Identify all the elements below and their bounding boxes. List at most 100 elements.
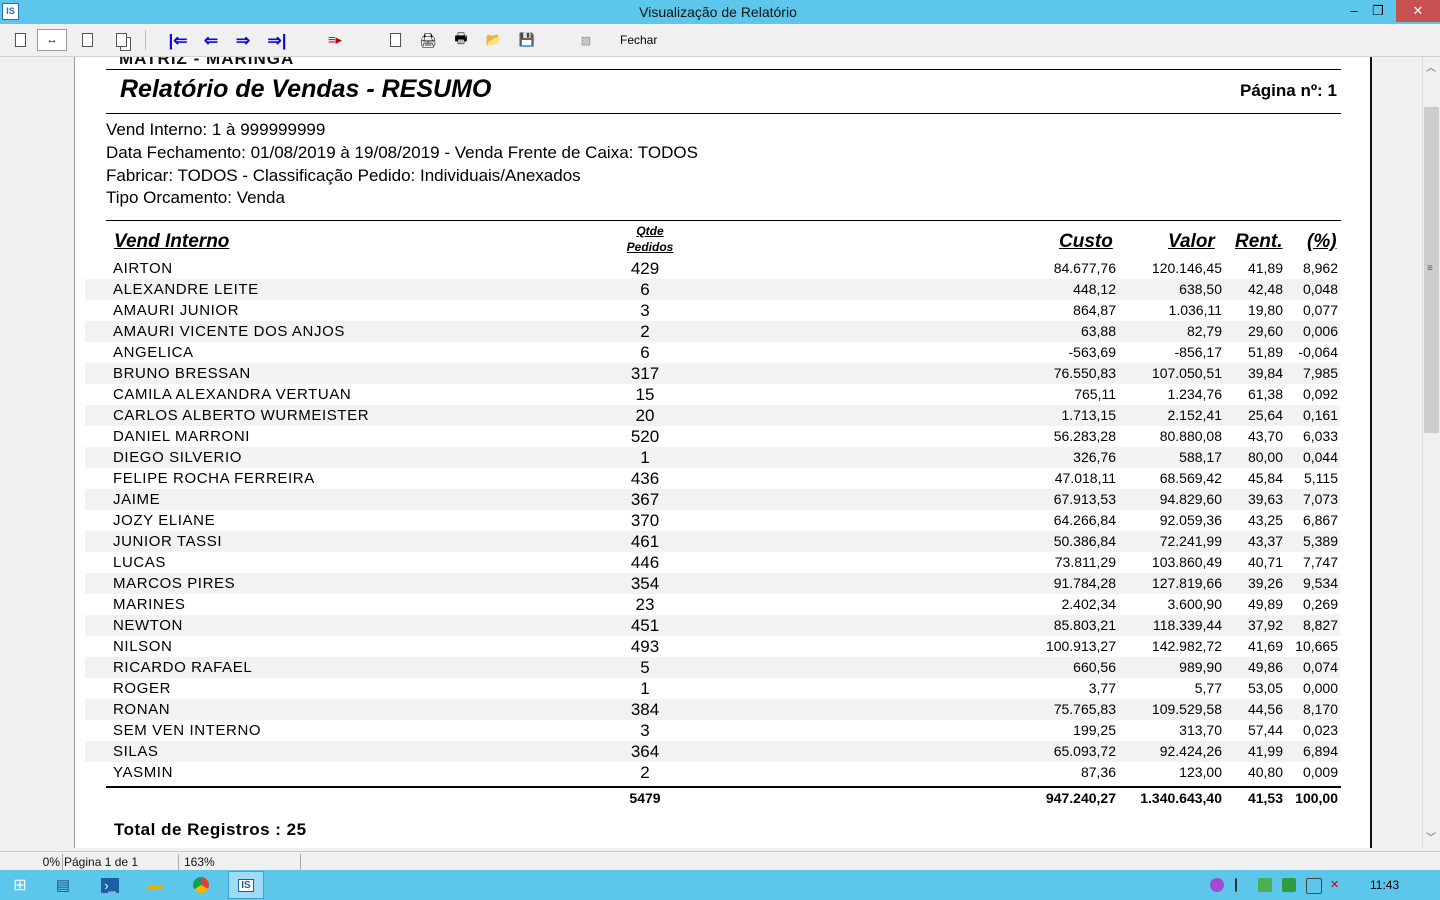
cell-vendor-name: MARCOS PIRES — [113, 575, 236, 592]
table-row: BRUNO BRESSAN 317 76.550,83 107.050,51 39,84… — [85, 363, 1340, 384]
flag-icon[interactable] — [1235, 878, 1251, 892]
taskbar-chrome[interactable] — [183, 874, 219, 896]
filter-tipo-orcamento: Tipo Orcamento: Venda — [106, 188, 285, 207]
total-valor: 1.340.643,40 — [1140, 790, 1222, 806]
network-icon[interactable] — [1306, 878, 1322, 894]
table-row: DIEGO SILVERIO 1 326,76 588,17 80,00 0,044 — [85, 447, 1340, 468]
window-title: Visualização de Relatório — [639, 4, 797, 20]
last-page-button[interactable]: ⇒| — [262, 29, 292, 51]
printer-setup-icon: 🖨 — [419, 31, 437, 48]
title-rule — [106, 113, 1341, 114]
cell-custo: 63,88 — [1080, 323, 1116, 339]
close-report-button[interactable]: Fechar — [620, 33, 657, 47]
save-button[interactable]: 💾 — [512, 29, 542, 51]
cell-qtde-pedidos: 2 — [640, 763, 650, 782]
cell-qtde-pedidos: 451 — [630, 616, 660, 635]
tray-app-icon[interactable] — [1210, 878, 1224, 892]
report-viewport[interactable]: MATRIZ - MARINGÁ Relatório de Vendas - R… — [0, 57, 1422, 848]
cell-qtde-pedidos: 493 — [630, 637, 660, 656]
cell-vendor-name: ALEXANDRE LEITE — [113, 281, 259, 298]
cell-rent: 80,00 — [1247, 449, 1283, 465]
cell-custo: 64.266,84 — [1053, 512, 1116, 528]
cell-valor: 2.152,41 — [1167, 407, 1223, 423]
cell-rent: 44,56 — [1247, 701, 1283, 717]
cell-valor: 588,17 — [1179, 449, 1222, 465]
cell-custo: 73.811,29 — [1054, 554, 1116, 570]
taskbar-report-app[interactable]: IS — [228, 871, 264, 899]
cell-rent: 41,69 — [1247, 638, 1283, 654]
cell-valor: 120.146,45 — [1151, 260, 1222, 276]
scroll-down-icon[interactable]: ﹀ — [1426, 829, 1436, 844]
maximize-button[interactable]: ❐ — [1362, 0, 1394, 22]
cell-custo: 65.093,72 — [1053, 743, 1116, 759]
cell-rent: 49,86 — [1247, 659, 1283, 675]
powershell-icon: ›_ — [101, 877, 119, 893]
toolbar: ↔ |⇐ ⇐ ⇒ ⇒| ≡▸ 🖨 🖶 📂 💾 ▨ Fechar — [0, 24, 1440, 57]
table-row: JAIME 367 67.913,53 94.829,60 39,63 7,073 — [85, 489, 1340, 510]
cell-pct: -0,064 — [1298, 344, 1338, 360]
multi-page-button[interactable] — [106, 29, 136, 51]
single-page-button[interactable] — [5, 29, 35, 51]
clock[interactable]: 11:43 — [1370, 878, 1399, 892]
cell-pct: 8,170 — [1302, 701, 1338, 717]
previous-page-button[interactable]: ⇐ — [196, 29, 226, 51]
cell-pct: 0,161 — [1302, 407, 1338, 423]
cell-pct: 0,023 — [1302, 722, 1338, 738]
cell-vendor-name: NILSON — [113, 638, 173, 655]
volume-muted-icon[interactable]: ✕ — [1330, 878, 1344, 892]
start-button[interactable]: ⊞ — [2, 874, 38, 896]
cell-valor: 5,77 — [1194, 680, 1222, 696]
cell-custo: 660,56 — [1073, 659, 1116, 675]
taskbar-powershell[interactable]: ›_ — [92, 874, 128, 896]
cell-vendor-name: ROGER — [113, 680, 172, 697]
cell-pct: 5,389 — [1302, 533, 1338, 549]
cell-rent: 39,63 — [1247, 491, 1283, 507]
exit-icon: ▨ — [580, 34, 592, 47]
first-page-button[interactable]: |⇐ — [163, 29, 193, 51]
cell-valor: 142.982,72 — [1151, 638, 1222, 654]
cell-qtde-pedidos: 20 — [635, 406, 655, 425]
open-file-button[interactable]: 📂 — [479, 29, 509, 51]
vertical-scrollbar[interactable]: ︿ ≡ ﹀ — [1422, 57, 1440, 848]
security-icon[interactable] — [1258, 878, 1272, 892]
cell-rent: 39,26 — [1247, 575, 1283, 591]
page-width-button[interactable]: ↔ — [37, 29, 67, 51]
cell-pct: 0,269 — [1302, 596, 1338, 612]
page-icon — [14, 33, 26, 47]
cell-qtde-pedidos: 384 — [630, 700, 660, 719]
sync-icon[interactable] — [1282, 878, 1296, 892]
printer-icon: 🖶 — [454, 30, 468, 46]
fit-width-icon: ↔ — [46, 34, 58, 46]
close-button[interactable]: ✕ — [1396, 0, 1440, 22]
taskbar-file-manager[interactable]: ▤ — [45, 874, 81, 896]
page-number: Página nº: 1 — [1240, 81, 1337, 100]
cell-valor: 107.050,51 — [1151, 365, 1222, 381]
table-row: NILSON 493 100.913,27 142.982,72 41,69 10,665 — [85, 636, 1340, 657]
next-page-button[interactable]: ⇒ — [228, 29, 258, 51]
open-report-button[interactable] — [380, 29, 410, 51]
title-bar: IS Visualização de Relatório ‒ ❐ ✕ — [0, 0, 1440, 24]
print-setup-button[interactable]: 🖨 — [413, 29, 443, 51]
col-header-rent: Rent. — [1235, 231, 1283, 252]
cell-custo: 326,76 — [1073, 449, 1116, 465]
exit-button[interactable]: ▨ — [571, 29, 601, 51]
cell-valor: 3.600,90 — [1167, 596, 1223, 612]
goto-page-button[interactable]: ≡▸ — [320, 29, 350, 51]
cell-valor: 72.241,99 — [1159, 533, 1222, 549]
report-page: MATRIZ - MARINGÁ Relatório de Vendas - R… — [75, 57, 1372, 848]
print-button[interactable]: 🖶 — [446, 29, 476, 51]
taskbar-explorer[interactable]: ▬ — [137, 874, 173, 896]
table-row: DANIEL MARRONI 520 56.283,28 80.880,08 43,70… — [85, 426, 1340, 447]
cell-rent: 43,37 — [1247, 533, 1283, 549]
scroll-up-icon[interactable]: ︿ — [1426, 59, 1436, 74]
cell-rent: 25,64 — [1247, 407, 1283, 423]
goto-icon: ≡▸ — [327, 32, 343, 47]
cell-valor: 1.234,76 — [1167, 386, 1223, 402]
cell-qtde-pedidos: 446 — [630, 553, 660, 572]
cell-custo: 67.913,53 — [1053, 491, 1116, 507]
cell-rent: 37,92 — [1247, 617, 1283, 633]
cell-custo: 91.784,28 — [1053, 575, 1116, 591]
cell-vendor-name: YASMIN — [113, 764, 173, 781]
document-icon — [389, 33, 401, 47]
full-page-button[interactable] — [72, 29, 102, 51]
